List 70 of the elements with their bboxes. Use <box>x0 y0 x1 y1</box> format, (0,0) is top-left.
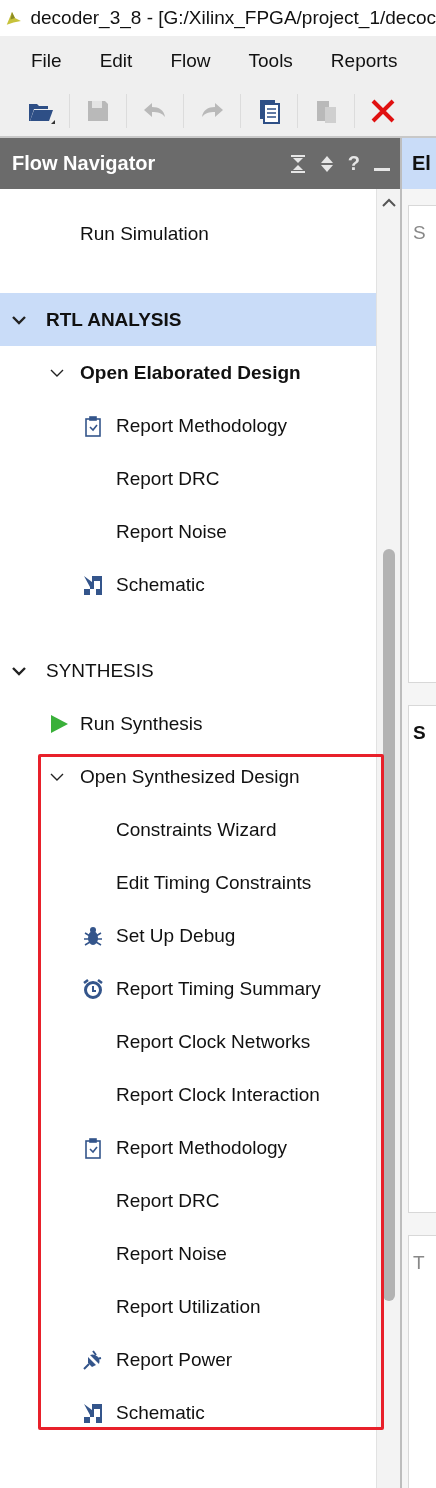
tree-item[interactable]: Report Methodology <box>0 399 376 452</box>
tree-item[interactable]: Edit Timing Constraints <box>0 856 376 909</box>
tree-item[interactable]: Report Timing Summary <box>0 962 376 1015</box>
selected-row[interactable]: RTL ANALYSIS <box>0 293 376 346</box>
tree-item-label: Run Simulation <box>80 222 209 245</box>
chevron-icon[interactable] <box>50 771 64 782</box>
panel-title: Flow Navigator <box>12 152 156 175</box>
tree-item[interactable]: Report DRC <box>0 452 376 505</box>
scrollbar[interactable] <box>376 189 400 1488</box>
tree-item[interactable]: Report Utilization <box>0 1280 376 1333</box>
menu-item[interactable]: Reports <box>330 50 398 72</box>
clipboard-icon <box>82 1136 104 1159</box>
tree-item-label: Report Clock Interaction <box>116 1083 320 1106</box>
section-label: SYNTHESIS <box>46 659 154 682</box>
tree-item-label: Report Methodology <box>116 414 288 437</box>
tree-item[interactable]: Schematic <box>0 1386 376 1439</box>
bug-icon <box>82 924 104 947</box>
tree-item-label: Set Up Debug <box>116 924 236 947</box>
chevron-icon[interactable] <box>50 367 64 378</box>
tree-item[interactable]: Report Methodology <box>0 1121 376 1174</box>
tree-item[interactable]: Report Clock Interaction <box>0 1068 376 1121</box>
section-row[interactable]: SYNTHESIS <box>0 644 376 697</box>
menu-item[interactable]: Tools <box>248 50 293 72</box>
tree-item[interactable]: Run Simulation <box>0 207 376 260</box>
chevron-icon[interactable] <box>12 314 26 325</box>
window-title: decoder_3_8 - [G:/Xilinx_FPGA/project_1/decoc <box>30 7 436 29</box>
tree-item-label: Report DRC <box>116 467 220 490</box>
menu-item[interactable]: Edit <box>99 50 133 72</box>
tree-item-label: Report Timing Summary <box>116 977 321 1000</box>
tree-item[interactable]: Report Noise <box>0 1227 376 1280</box>
tree-item-label: Schematic <box>116 573 205 596</box>
tree-item[interactable]: Schematic <box>0 558 376 611</box>
card-title: S <box>413 222 426 243</box>
card-title: S <box>413 722 426 743</box>
plug-icon <box>82 1348 104 1371</box>
schematic-icon <box>82 1401 104 1424</box>
clipboard-icon <box>82 414 104 437</box>
tree-item-label: Constraints Wizard <box>116 818 277 841</box>
tree-item-label: Report DRC <box>116 1189 220 1212</box>
play-icon <box>48 712 70 735</box>
chevron-icon[interactable] <box>12 665 26 676</box>
tree-item-label: Report Noise <box>116 520 227 543</box>
tree-item-label: Run Synthesis <box>80 712 203 735</box>
panel-title: El <box>412 152 431 175</box>
tree-item[interactable]: Set Up Debug <box>0 909 376 962</box>
tree-item-label: Report Methodology <box>116 1136 288 1159</box>
card-title: T <box>413 1252 425 1273</box>
tree-item[interactable]: Report Noise <box>0 505 376 558</box>
tree-item[interactable]: Open Elaborated Design <box>0 346 376 399</box>
tree-item[interactable]: Report DRC <box>0 1174 376 1227</box>
tree-item-label: Report Noise <box>116 1242 227 1265</box>
tree-item[interactable]: Open Synthesized Design <box>0 750 376 803</box>
stopwatch-icon <box>82 977 104 1000</box>
tree-item[interactable]: Run Synthesis <box>0 697 376 750</box>
tree-item-label: Report Utilization <box>116 1295 261 1318</box>
section-label: RTL ANALYSIS <box>46 308 182 331</box>
tree-item-label: Report Power <box>116 1348 233 1371</box>
tree-item-label: Edit Timing Constraints <box>116 871 312 894</box>
schematic-icon <box>82 573 104 596</box>
menu-item[interactable]: Flow <box>170 50 211 72</box>
menu-item[interactable]: File <box>31 50 62 72</box>
tree-item-label: Report Clock Networks <box>116 1030 311 1053</box>
expand-all-icon[interactable] <box>319 154 334 173</box>
help-button[interactable]: ? <box>347 152 360 175</box>
tree-item[interactable]: Report Clock Networks <box>0 1015 376 1068</box>
collapse-all-icon[interactable] <box>289 154 306 173</box>
tree-item[interactable]: Constraints Wizard <box>0 803 376 856</box>
tree-item-label: Schematic <box>116 1401 205 1424</box>
scroll-up-icon[interactable] <box>382 198 396 207</box>
tree-item[interactable]: Report Power <box>0 1333 376 1386</box>
